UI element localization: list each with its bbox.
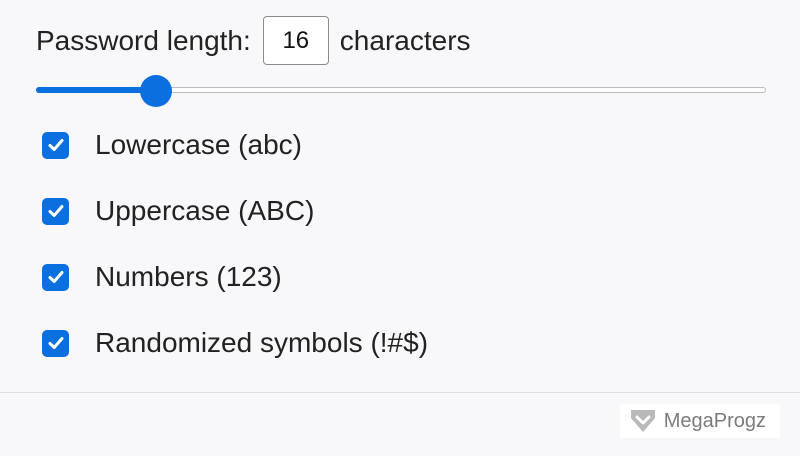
slider-thumb[interactable] [140,75,172,107]
symbols-label[interactable]: Randomized symbols (!#$) [95,327,428,359]
checkmark-icon [48,139,63,151]
checkmark-icon [48,337,63,349]
password-length-slider[interactable] [36,74,766,108]
numbers-label[interactable]: Numbers (123) [95,261,282,293]
option-uppercase[interactable]: Uppercase (ABC) [42,178,428,244]
symbols-checkbox[interactable] [42,329,69,357]
lowercase-label[interactable]: Lowercase (abc) [95,129,302,161]
option-lowercase[interactable]: Lowercase (abc) [42,112,428,178]
megaprogz-watermark: MegaProgz [619,404,780,438]
panel-divider [0,392,800,393]
watermark-text: MegaProgz [663,409,766,432]
numbers-checkbox[interactable] [42,263,69,291]
character-options-list: Lowercase (abc) Uppercase (ABC) Numbers … [42,112,428,376]
option-symbols[interactable]: Randomized symbols (!#$) [42,310,428,376]
lowercase-checkbox[interactable] [42,131,69,159]
checkmark-icon [48,271,63,283]
password-options-panel: Password length: characters Lowercase (a… [0,0,800,456]
option-numbers[interactable]: Numbers (123) [42,244,428,310]
password-length-row: Password length: characters [36,16,471,65]
password-length-input[interactable] [262,16,329,65]
uppercase-checkbox[interactable] [42,197,69,225]
slider-fill [36,87,156,93]
password-length-label: Password length: [36,24,251,56]
password-length-suffix: characters [339,24,471,56]
checkmark-icon [48,205,63,217]
megaprogz-logo-icon [630,410,655,432]
uppercase-label[interactable]: Uppercase (ABC) [95,195,314,227]
